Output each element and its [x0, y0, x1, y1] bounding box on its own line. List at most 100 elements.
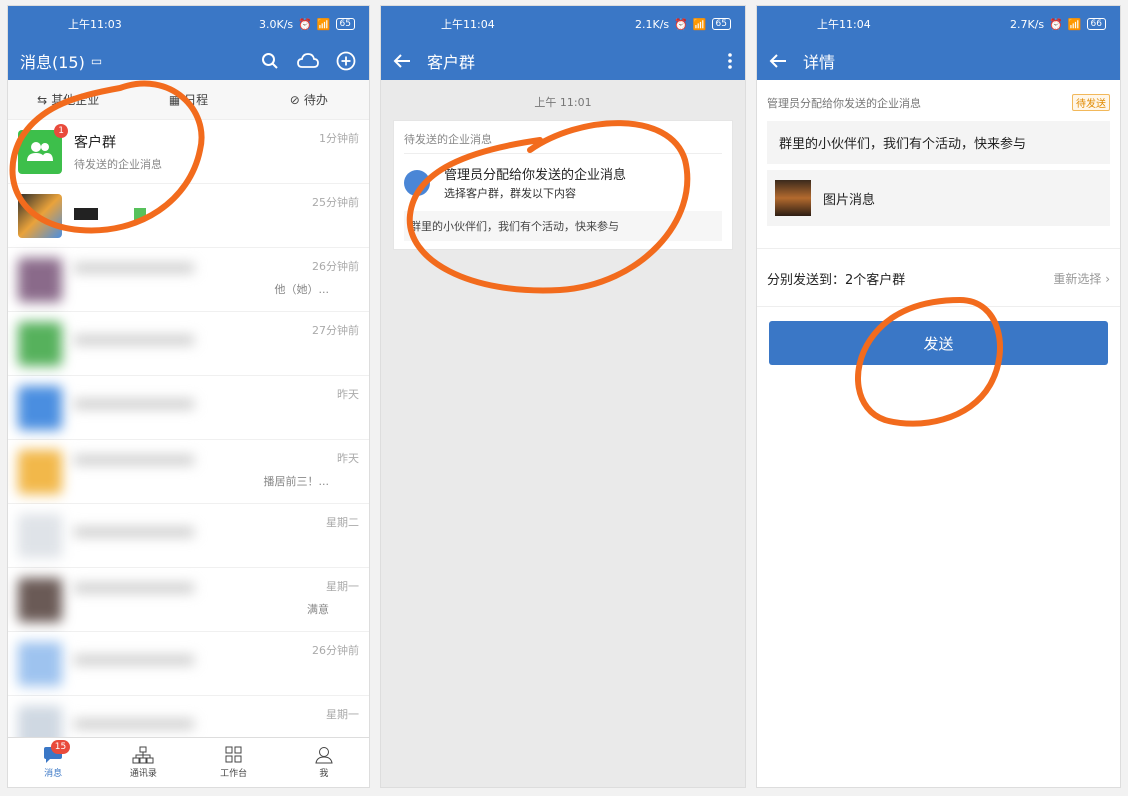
conversation-preview: 他（她）... — [274, 282, 330, 296]
network-speed: 2.7K/s — [1009, 17, 1045, 31]
conversation-time: 星期一 — [326, 708, 359, 721]
send-button[interactable]: 发送 — [769, 321, 1108, 365]
battery-level: 66 — [1086, 18, 1106, 30]
page-title: 详情 — [803, 53, 836, 72]
search-icon[interactable] — [259, 50, 281, 72]
conversation-preview: 播居前三！... — [263, 474, 330, 488]
card-title: 待发送的企业消息 — [404, 131, 722, 154]
signal-icon: 📶 — [1067, 17, 1082, 31]
signal-icon: 📶 — [316, 17, 331, 31]
desktop-icon: ▭ — [90, 54, 103, 68]
page-title: 消息(15) — [20, 53, 85, 72]
message-icon — [404, 169, 430, 196]
conversation-item[interactable]: 昨天 — [8, 376, 369, 440]
section-label: 管理员分配给你发送的企业消息 — [767, 96, 921, 110]
conversation-time: 26分钟前 — [312, 644, 359, 657]
phone-screen-customer-group: 上午11:04 2.1K/s ⏰ 📶 65 客户群 上午 11:01 待发送的企… — [380, 5, 746, 788]
status-bar: 上午11:04 2.1K/s ⏰ 📶 65 — [381, 6, 745, 42]
phone-screen-messages: 上午11:03 3.0K/s ⏰ 📶 65 消息(15) ▭ ⇆ 其他企业 ▦ … — [7, 5, 370, 788]
avatar — [18, 193, 62, 238]
conversation-item[interactable]: 26分钟前 — [8, 632, 369, 696]
status-time: 上午11:04 — [817, 18, 871, 31]
conversation-item[interactable]: 27分钟前 — [8, 312, 369, 376]
conversation-list-blurred: 他（她）... 26分钟前 27分钟前 昨天 播居前三！... 昨天 星期二 满意 星期一 26分… — [8, 248, 369, 760]
status-time: 上午11:04 — [441, 18, 495, 31]
quick-other-company[interactable]: ⇆ 其他企业 — [8, 80, 128, 119]
app-bar: 客户群 — [381, 42, 745, 80]
grid-icon — [225, 746, 242, 763]
app-bar: 详情 — [757, 42, 1120, 80]
messages-badge: 15 — [50, 740, 71, 754]
page-title: 客户群 — [427, 53, 476, 72]
network-speed: 2.1K/s — [634, 17, 670, 31]
bottom-tab-bar: 15 消息 通讯录 工作台 我 — [8, 737, 369, 787]
conversation-time: 星期一 — [326, 580, 359, 593]
conversation-time: 1分钟前 — [319, 132, 359, 145]
person-icon — [315, 747, 333, 764]
image-thumbnail — [775, 180, 811, 216]
phone-screen-details: 上午11:04 2.7K/s ⏰ 📶 66 详情 管理员分配给你发送的企业消息 … — [756, 5, 1121, 788]
avatar — [18, 385, 62, 430]
battery-level: 65 — [335, 18, 355, 30]
tab-me[interactable]: 我 — [279, 738, 369, 787]
cloud-icon[interactable] — [297, 50, 319, 72]
status-bar: 上午11:03 3.0K/s ⏰ 📶 65 — [8, 6, 369, 42]
avatar — [18, 641, 62, 686]
org-chart-icon — [132, 746, 154, 764]
avatar — [18, 449, 62, 494]
network-speed: 3.0K/s — [258, 17, 294, 31]
alarm-icon: ⏰ — [298, 17, 312, 31]
card-content: 群里的小伙伴们，我们有个活动，快来参与 — [404, 211, 722, 241]
battery-level: 65 — [711, 18, 731, 30]
send-to-row[interactable]: 分别发送到：2个客户群 重新选择 › — [757, 249, 1120, 307]
pending-message-card[interactable]: 待发送的企业消息 管理员分配给你发送的企业消息 选择客户群，群发以下内容 群里的… — [393, 120, 733, 250]
card-description: 选择客户群，群发以下内容 — [444, 187, 576, 200]
conversation-time: 昨天 — [337, 452, 359, 465]
tab-messages[interactable]: 15 消息 — [8, 738, 98, 787]
switch-icon: ⇆ — [37, 92, 48, 107]
conversation-time: 昨天 — [337, 388, 359, 401]
conversation-item[interactable]: 播居前三！... 昨天 — [8, 440, 369, 504]
conversation-time: 26分钟前 — [312, 260, 359, 273]
pending-badge: 待发送 — [1072, 94, 1110, 111]
message-text: 群里的小伙伴们，我们有个活动，快来参与 — [767, 121, 1110, 164]
app-bar: 消息(15) ▭ — [8, 42, 369, 80]
avatar — [18, 321, 62, 366]
image-message[interactable]: 图片消息 — [767, 170, 1110, 226]
unread-badge: 1 — [54, 123, 68, 138]
quick-schedule[interactable]: ▦ 日程 — [128, 80, 248, 119]
conversation-time: 星期二 — [326, 516, 359, 529]
signal-icon: 📶 — [692, 17, 707, 31]
quick-actions: ⇆ 其他企业 ▦ 日程 ⊘ 待办 — [8, 80, 369, 120]
avatar — [18, 577, 62, 622]
image-label: 图片消息 — [823, 192, 876, 208]
back-arrow-icon[interactable] — [769, 53, 787, 69]
tab-workbench[interactable]: 工作台 — [189, 738, 279, 787]
status-time: 上午11:03 — [68, 18, 122, 31]
chevron-right-icon: › — [1105, 272, 1110, 286]
conversation-item[interactable]: 星期二 — [8, 504, 369, 568]
calendar-icon: ▦ — [168, 92, 181, 107]
conversation-item[interactable]: 他（她）... 26分钟前 — [8, 248, 369, 312]
back-arrow-icon[interactable] — [393, 53, 411, 69]
conversation-item[interactable]: 满意 星期一 — [8, 568, 369, 632]
card-main-text: 管理员分配给你发送的企业消息 — [444, 168, 627, 183]
conversation-time: 25分钟前 — [312, 196, 359, 209]
check-circle-icon: ⊘ — [289, 92, 300, 107]
send-to-label: 分别发送到：2个客户群 — [767, 273, 906, 288]
more-icon[interactable] — [727, 52, 733, 70]
avatar — [18, 257, 62, 302]
reselect-link[interactable]: 重新选择 — [1053, 272, 1101, 286]
conversation-item[interactable]: 25分钟前 — [8, 184, 369, 248]
avatar — [18, 513, 62, 558]
group-avatar: 1 — [18, 123, 68, 174]
quick-todo[interactable]: ⊘ 待办 — [249, 80, 369, 119]
conversation-name: 客户群 — [74, 134, 116, 151]
conversation-customer-group[interactable]: 1 客户群 待发送的企业消息 1分钟前 — [8, 120, 369, 184]
tab-contacts[interactable]: 通讯录 — [98, 738, 188, 787]
status-bar: 上午11:04 2.7K/s ⏰ 📶 66 — [757, 6, 1120, 42]
conversation-preview: 待发送的企业消息 — [74, 157, 162, 171]
add-icon[interactable] — [335, 50, 357, 72]
chat-timestamp: 上午 11:01 — [534, 96, 592, 109]
conversation-preview: 满意 — [307, 602, 329, 616]
